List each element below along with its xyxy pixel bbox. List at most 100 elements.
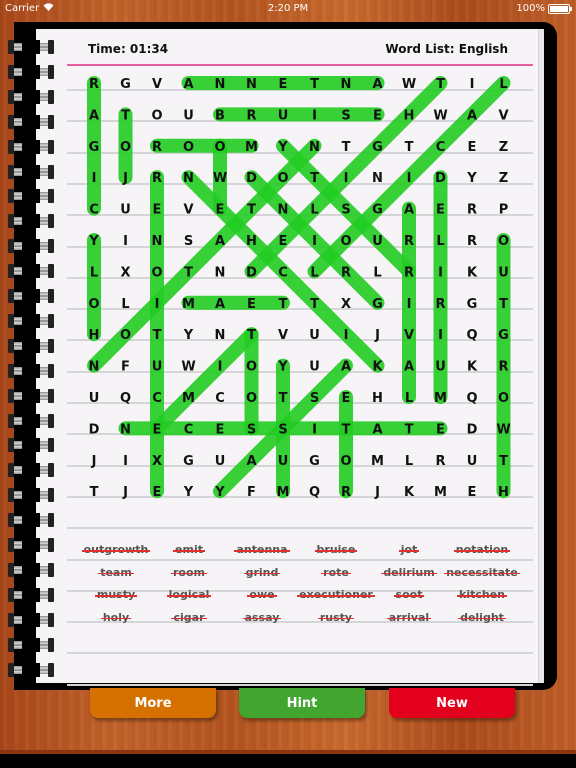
- grid-cell[interactable]: S: [341, 108, 350, 123]
- grid-cell[interactable]: I: [312, 422, 317, 437]
- grid-cell[interactable]: S: [247, 422, 256, 437]
- grid-cell[interactable]: E: [436, 422, 445, 437]
- grid-cell[interactable]: R: [246, 108, 256, 123]
- grid-cell[interactable]: R: [152, 171, 162, 186]
- grid-cell[interactable]: G: [309, 454, 320, 469]
- grid-cell[interactable]: O: [151, 108, 162, 123]
- grid-cell[interactable]: R: [341, 265, 351, 280]
- grid-cell[interactable]: B: [215, 108, 225, 123]
- grid-cell[interactable]: E: [247, 297, 256, 312]
- grid-cell[interactable]: G: [120, 77, 131, 92]
- grid-cell[interactable]: K: [404, 485, 415, 500]
- grid-cell[interactable]: O: [151, 265, 162, 280]
- grid-cell[interactable]: K: [467, 265, 478, 280]
- hint-button[interactable]: Hint: [239, 688, 365, 718]
- grid-cell[interactable]: V: [278, 328, 288, 343]
- grid-cell[interactable]: E: [153, 422, 162, 437]
- grid-cell[interactable]: Y: [466, 171, 477, 186]
- grid-cell[interactable]: D: [89, 422, 100, 437]
- grid-cell[interactable]: N: [152, 234, 163, 249]
- new-button[interactable]: New: [389, 688, 515, 718]
- grid-cell[interactable]: G: [372, 140, 383, 155]
- grid-cell[interactable]: D: [246, 265, 257, 280]
- grid-cell[interactable]: U: [435, 360, 446, 375]
- grid-cell[interactable]: E: [373, 108, 382, 123]
- grid-cell[interactable]: J: [122, 485, 128, 500]
- grid-cell[interactable]: V: [404, 328, 414, 343]
- word-search-grid[interactable]: R G V A N N E T N A W T I L A T O U B R U I S E H W A V G O R O O M Y N T G T C…: [0, 0, 576, 768]
- grid-cell[interactable]: R: [467, 234, 477, 249]
- grid-cell[interactable]: X: [152, 454, 162, 469]
- grid-cell[interactable]: O: [340, 454, 351, 469]
- grid-cell[interactable]: Z: [499, 171, 508, 186]
- grid-cell[interactable]: R: [341, 485, 351, 500]
- grid-cell[interactable]: O: [340, 234, 351, 249]
- grid-cell[interactable]: K: [372, 360, 383, 375]
- grid-cell[interactable]: U: [309, 360, 320, 375]
- grid-cell[interactable]: M: [434, 391, 447, 406]
- grid-cell[interactable]: L: [310, 203, 318, 218]
- grid-cell[interactable]: R: [435, 454, 445, 469]
- grid-cell[interactable]: W: [433, 108, 447, 123]
- grid-cell[interactable]: U: [183, 108, 194, 123]
- grid-cell[interactable]: U: [278, 108, 289, 123]
- grid-cell[interactable]: A: [215, 297, 225, 312]
- grid-cell[interactable]: I: [312, 234, 317, 249]
- grid-cell[interactable]: H: [404, 108, 415, 123]
- grid-cell[interactable]: K: [467, 360, 478, 375]
- grid-cell[interactable]: Q: [309, 485, 320, 500]
- grid-cell[interactable]: Y: [183, 328, 194, 343]
- grid-cell[interactable]: C: [184, 422, 194, 437]
- grid-cell[interactable]: O: [214, 140, 225, 155]
- grid-cell[interactable]: I: [312, 108, 317, 123]
- grid-cell[interactable]: T: [310, 171, 319, 186]
- grid-cell[interactable]: R: [89, 77, 99, 92]
- grid-cell[interactable]: O: [88, 297, 99, 312]
- grid-cell[interactable]: L: [499, 77, 507, 92]
- grid-cell[interactable]: L: [373, 265, 381, 280]
- grid-cell[interactable]: S: [184, 234, 193, 249]
- grid-cell[interactable]: A: [246, 454, 256, 469]
- grid-cell[interactable]: A: [372, 422, 382, 437]
- grid-cell[interactable]: E: [279, 234, 288, 249]
- grid-cell[interactable]: O: [277, 171, 288, 186]
- grid-cell[interactable]: J: [91, 454, 97, 469]
- grid-cell[interactable]: E: [436, 203, 445, 218]
- grid-cell[interactable]: N: [278, 203, 289, 218]
- more-button[interactable]: More: [90, 688, 216, 718]
- grid-cell[interactable]: I: [155, 297, 160, 312]
- grid-cell[interactable]: V: [183, 203, 193, 218]
- grid-cell[interactable]: X: [120, 265, 130, 280]
- grid-cell[interactable]: W: [402, 77, 416, 92]
- grid-cell[interactable]: A: [404, 203, 414, 218]
- grid-cell[interactable]: T: [279, 297, 288, 312]
- grid-cell[interactable]: I: [407, 171, 412, 186]
- grid-cell[interactable]: G: [467, 297, 478, 312]
- grid-cell[interactable]: E: [468, 140, 477, 155]
- grid-cell[interactable]: T: [499, 297, 508, 312]
- grid-cell[interactable]: Q: [466, 328, 477, 343]
- grid-cell[interactable]: T: [184, 265, 193, 280]
- grid-cell[interactable]: H: [89, 328, 100, 343]
- grid-cell[interactable]: I: [123, 454, 128, 469]
- grid-cell[interactable]: T: [247, 203, 256, 218]
- grid-cell[interactable]: M: [182, 297, 195, 312]
- grid-cell[interactable]: N: [215, 77, 226, 92]
- grid-cell[interactable]: T: [279, 391, 288, 406]
- grid-cell[interactable]: T: [310, 77, 319, 92]
- grid-cell[interactable]: R: [498, 360, 508, 375]
- grid-cell[interactable]: U: [467, 454, 478, 469]
- grid-cell[interactable]: T: [153, 328, 162, 343]
- grid-cell[interactable]: H: [498, 485, 509, 500]
- grid-cell[interactable]: A: [341, 360, 351, 375]
- grid-cell[interactable]: E: [216, 422, 225, 437]
- grid-cell[interactable]: S: [278, 422, 287, 437]
- grid-cell[interactable]: T: [342, 140, 351, 155]
- grid-cell[interactable]: A: [89, 108, 99, 123]
- grid-cell[interactable]: W: [181, 360, 195, 375]
- grid-cell[interactable]: I: [438, 328, 443, 343]
- grid-cell[interactable]: I: [407, 297, 412, 312]
- grid-cell[interactable]: U: [152, 360, 163, 375]
- grid-cell[interactable]: G: [498, 328, 509, 343]
- grid-cell[interactable]: Y: [183, 485, 194, 500]
